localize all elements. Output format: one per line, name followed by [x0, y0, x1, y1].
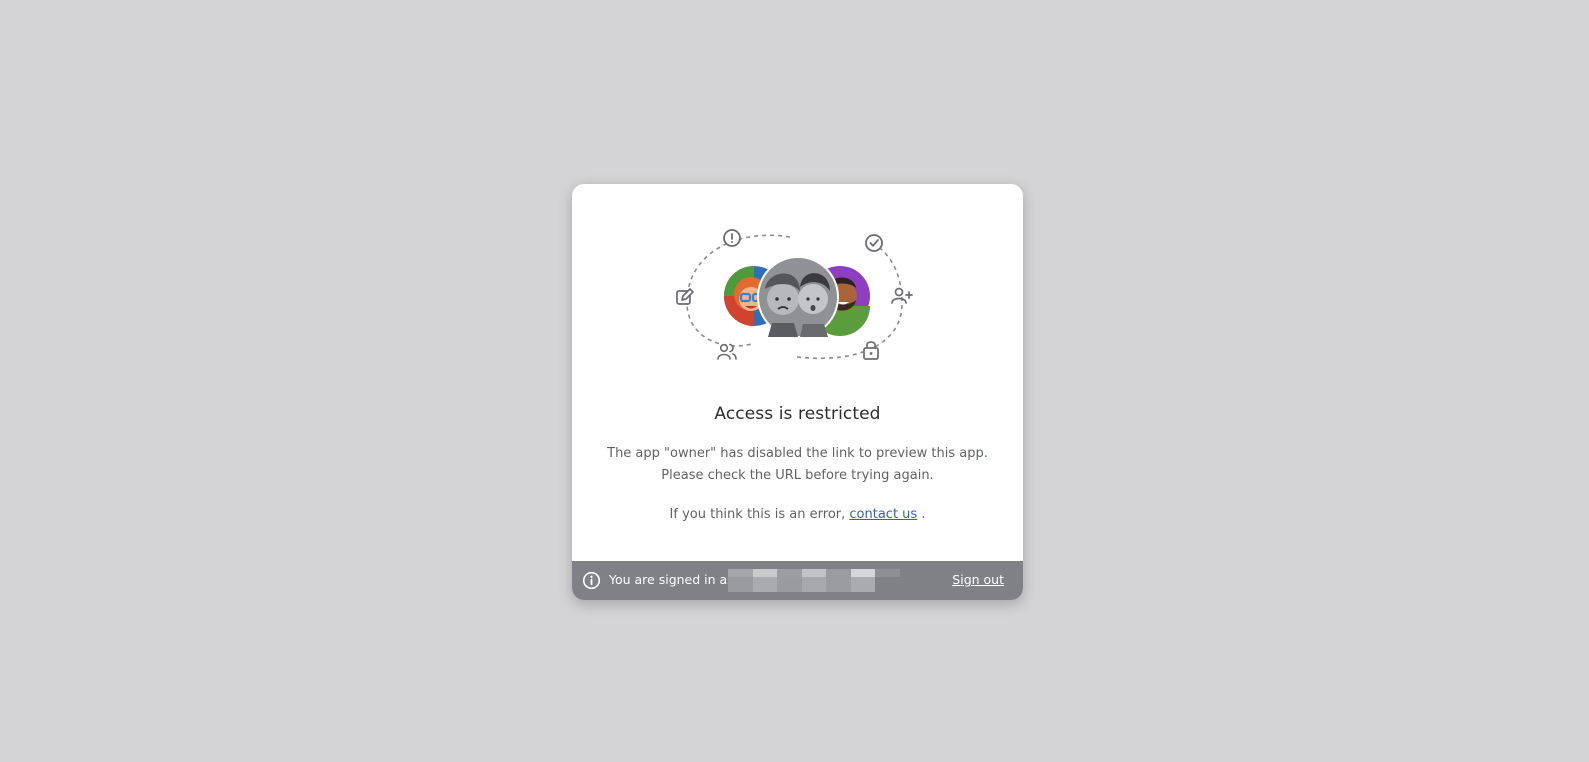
access-illustration	[676, 229, 913, 360]
error-prefix: If you think this is an error,	[669, 507, 850, 522]
signed-in-footer: You are signed in as Sign out	[572, 561, 1023, 600]
edit-icon	[676, 288, 694, 305]
message-line-2: Please check the URL before trying again…	[661, 468, 934, 483]
signed-in-text: You are signed in as	[609, 572, 734, 587]
contact-us-link[interactable]: contact us	[849, 507, 917, 522]
check-circle-icon	[865, 234, 883, 252]
error-suffix: .	[917, 507, 926, 522]
sign-out-link[interactable]: Sign out	[952, 572, 1004, 587]
dialog-title: Access is restricted	[714, 404, 881, 424]
info-icon	[582, 571, 601, 590]
dialog-message: The app "owner" has disabled the link to…	[592, 443, 1003, 487]
exclamation-circle-icon	[723, 229, 741, 247]
message-line-1: The app "owner" has disabled the link to…	[607, 446, 988, 461]
lock-icon	[863, 341, 879, 360]
access-restricted-dialog: Access is restricted The app "owner" has…	[572, 184, 1023, 600]
redacted-account-name	[728, 569, 900, 592]
error-contact-text: If you think this is an error, contact u…	[592, 504, 1003, 526]
users-icon	[717, 343, 737, 360]
avatar-center	[757, 256, 839, 338]
